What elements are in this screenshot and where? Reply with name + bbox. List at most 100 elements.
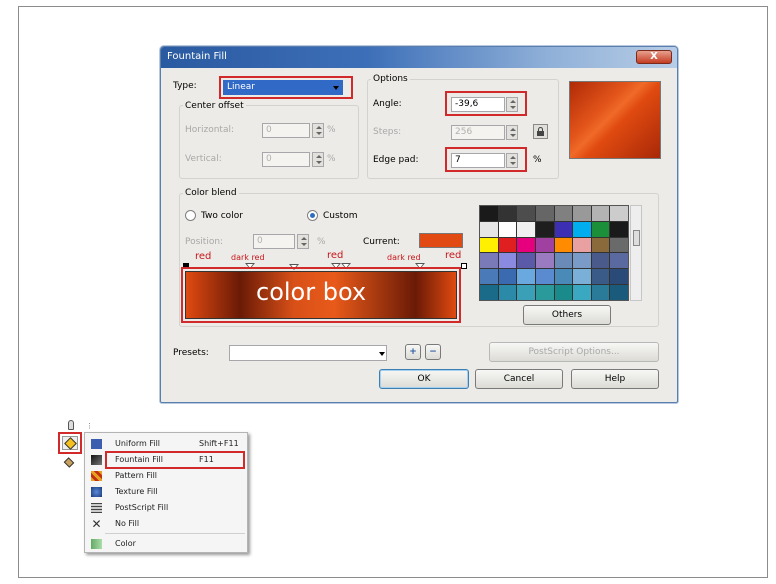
palette-swatch[interactable]	[573, 206, 591, 221]
interactive-fill-icon[interactable]	[63, 457, 77, 468]
lock-icon[interactable]	[533, 124, 548, 139]
two-color-radio[interactable]	[185, 210, 196, 221]
palette-swatch[interactable]	[591, 237, 610, 253]
palette-swatch[interactable]	[610, 237, 628, 253]
help-button[interactable]: Help	[571, 369, 659, 389]
palette-scroll-thumb[interactable]	[633, 230, 640, 246]
palette-swatch[interactable]	[517, 206, 535, 221]
palette-swatch[interactable]	[498, 237, 517, 253]
palette-swatch[interactable]	[535, 285, 554, 300]
menu-item-uniform-fill[interactable]: Uniform Fill Shift+F11	[85, 437, 247, 451]
ok-button[interactable]: OK	[379, 369, 469, 389]
others-button[interactable]: Others	[523, 305, 611, 325]
position-spinner[interactable]	[297, 234, 309, 249]
palette-swatch[interactable]	[554, 285, 573, 300]
horizontal-label: Horizontal:	[185, 125, 234, 135]
palette-swatch[interactable]	[554, 237, 573, 253]
palette-swatch[interactable]	[573, 237, 591, 253]
texture-fill-label: Texture Fill	[115, 487, 158, 496]
palette-swatch[interactable]	[535, 206, 554, 221]
postscript-options-button[interactable]: PostScript Options...	[489, 342, 659, 362]
palette-swatch[interactable]	[554, 253, 573, 269]
add-preset-button[interactable]: +	[405, 344, 421, 360]
palette-swatch[interactable]	[498, 253, 517, 269]
remove-preset-button[interactable]: −	[425, 344, 441, 360]
palette-swatch[interactable]	[610, 285, 628, 300]
palette-swatch[interactable]	[573, 253, 591, 269]
vertical-input[interactable]: 0	[262, 152, 310, 167]
cancel-button[interactable]: Cancel	[475, 369, 563, 389]
steps-spinner[interactable]	[506, 125, 518, 140]
custom-radio[interactable]	[307, 210, 318, 221]
palette-swatch[interactable]	[480, 269, 498, 285]
gradient-label-dark-2: dark red	[387, 253, 421, 262]
palette-scrollbar[interactable]	[630, 205, 642, 301]
palette-swatch[interactable]	[480, 253, 498, 269]
fountain-fill-icon	[91, 455, 102, 465]
color-palette[interactable]	[479, 205, 629, 301]
palette-swatch[interactable]	[517, 269, 535, 285]
palette-swatch[interactable]	[554, 206, 573, 221]
palette-swatch[interactable]	[480, 206, 498, 221]
steps-label: Steps:	[373, 127, 402, 137]
menu-item-postscript-fill[interactable]: PostScript Fill	[85, 501, 247, 515]
current-color-swatch[interactable]	[419, 233, 463, 248]
no-fill-label: No Fill	[115, 519, 140, 528]
outline-tool-icon[interactable]	[66, 420, 76, 432]
palette-swatch[interactable]	[573, 285, 591, 300]
menu-item-color[interactable]: Color	[85, 537, 247, 551]
position-input[interactable]: 0	[253, 234, 295, 249]
custom-label: Custom	[323, 211, 358, 221]
palette-swatch[interactable]	[535, 269, 554, 285]
palette-swatch[interactable]	[498, 269, 517, 285]
menu-item-texture-fill[interactable]: Texture Fill	[85, 485, 247, 499]
palette-swatch[interactable]	[535, 253, 554, 269]
menu-item-pattern-fill[interactable]: Pattern Fill	[85, 469, 247, 483]
fountain-fill-highlight	[105, 451, 245, 469]
type-highlight	[219, 76, 353, 99]
palette-swatch[interactable]	[535, 221, 554, 237]
palette-swatch[interactable]	[591, 221, 610, 237]
vertical-spinner[interactable]	[312, 152, 324, 167]
palette-swatch[interactable]	[517, 221, 535, 237]
menu-item-no-fill[interactable]: ✕ No Fill	[85, 517, 247, 531]
palette-swatch[interactable]	[610, 253, 628, 269]
palette-swatch[interactable]	[480, 221, 498, 237]
palette-swatch[interactable]	[610, 221, 628, 237]
color-blend-label: Color blend	[183, 188, 239, 198]
horizontal-spinner[interactable]	[312, 123, 324, 138]
palette-swatch[interactable]	[498, 221, 517, 237]
title-bar[interactable]: Fountain Fill X	[161, 47, 677, 68]
texture-fill-icon	[91, 487, 102, 497]
horizontal-input[interactable]: 0	[262, 123, 310, 138]
palette-swatch[interactable]	[610, 206, 628, 221]
palette-swatch[interactable]	[591, 206, 610, 221]
vertical-label: Vertical:	[185, 154, 222, 164]
palette-swatch[interactable]	[480, 285, 498, 300]
palette-swatch[interactable]	[517, 237, 535, 253]
steps-input[interactable]: 256	[451, 125, 505, 140]
uniform-fill-icon	[91, 439, 102, 449]
palette-swatch[interactable]	[591, 285, 610, 300]
palette-swatch[interactable]	[498, 206, 517, 221]
palette-swatch[interactable]	[517, 253, 535, 269]
options-label: Options	[371, 74, 410, 84]
presets-select[interactable]	[229, 345, 387, 361]
palette-swatch[interactable]	[573, 269, 591, 285]
palette-swatch[interactable]	[610, 269, 628, 285]
edge-pad-label: Edge pad:	[373, 155, 419, 165]
palette-swatch[interactable]	[573, 221, 591, 237]
fill-preview	[569, 81, 661, 159]
palette-swatch[interactable]	[554, 269, 573, 285]
palette-swatch[interactable]	[498, 285, 517, 300]
palette-swatch[interactable]	[591, 269, 610, 285]
palette-swatch[interactable]	[480, 237, 498, 253]
position-unit: %	[317, 237, 326, 247]
palette-swatch[interactable]	[517, 285, 535, 300]
two-color-label: Two color	[201, 211, 243, 221]
palette-swatch[interactable]	[591, 253, 610, 269]
palette-swatch[interactable]	[535, 237, 554, 253]
gradient-end-marker[interactable]	[461, 263, 467, 269]
palette-swatch[interactable]	[554, 221, 573, 237]
close-button[interactable]: X	[636, 50, 672, 64]
